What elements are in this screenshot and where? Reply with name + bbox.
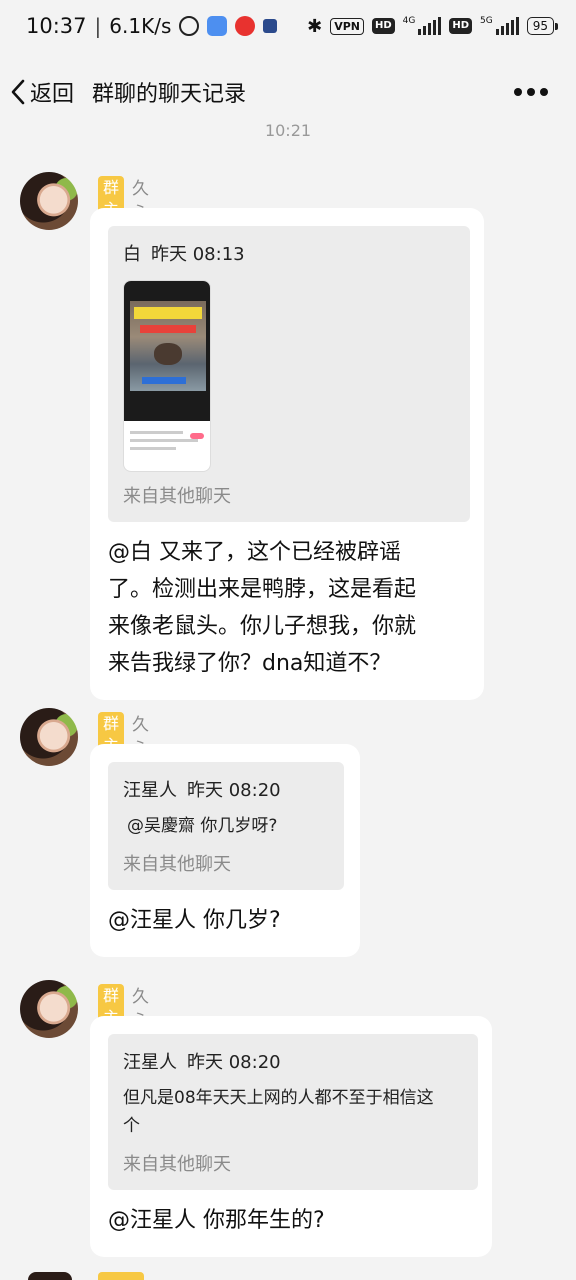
avatar[interactable] xyxy=(20,172,78,230)
reply-text: @汪星人 你那年生的? xyxy=(108,1208,325,1233)
message-bubble[interactable]: 白 昨天 08:13 来自其他聊天 @白 又来了，这个已经被辟谣 了。检测出来是… xyxy=(90,208,484,700)
quote-time: 昨天 08:13 xyxy=(151,244,245,265)
quoted-message[interactable]: 汪星人 昨天 08:20 但凡是08年天天上网的人都不至于相信这 个 来自其他聊… xyxy=(108,1034,478,1190)
quote-author: 汪星人 xyxy=(123,1052,177,1073)
quote-text: @吴慶齋 你几岁呀? xyxy=(127,816,278,836)
status-separator: | xyxy=(94,14,102,38)
message-bubble[interactable]: 汪星人 昨天 08:20 @吴慶齋 你几岁呀? 来自其他聊天 @汪星人 你几岁? xyxy=(90,744,360,957)
dot-icon xyxy=(514,88,522,96)
back-label: 返回 xyxy=(30,82,75,107)
page-title: 群聊的聊天记录 xyxy=(92,82,247,107)
signal-4g-icon: 4G xyxy=(403,17,442,35)
next-message-avatar xyxy=(28,1272,72,1280)
bluetooth-icon: ✱ xyxy=(307,15,323,37)
quote-time: 昨天 08:20 xyxy=(187,1052,281,1073)
next-message-badge xyxy=(98,1272,144,1280)
video-thumbnail[interactable] xyxy=(123,280,211,472)
message-bubble[interactable]: 汪星人 昨天 08:20 但凡是08年天天上网的人都不至于相信这 个 来自其他聊… xyxy=(90,1016,492,1257)
quote-source: 来自其他聊天 xyxy=(123,486,231,507)
hd-icon: HD xyxy=(371,18,395,34)
nav-bar: 返回 群聊的聊天记录 xyxy=(0,60,576,124)
reply-line: 了。检测出来是鸭脖，这是看起 xyxy=(108,577,417,602)
status-bar: 10:37 | 6.1K/s ✱ VPN HD 4G HD 5G 95 xyxy=(0,0,576,52)
quote-line: 但凡是08年天天上网的人都不至于相信这 xyxy=(123,1088,434,1108)
quote-text: 但凡是08年天天上网的人都不至于相信这 个 xyxy=(123,1084,463,1140)
alarm-icon xyxy=(179,16,200,36)
reply-line: @白 又来了，这个已经被辟谣 xyxy=(108,540,401,565)
quote-header: 汪星人 昨天 08:20 xyxy=(123,776,329,802)
quote-time: 昨天 08:20 xyxy=(187,780,281,801)
quote-author: 白 xyxy=(123,244,141,265)
back-button[interactable]: 返回 xyxy=(8,76,74,108)
chat-timestamp: 10:21 xyxy=(264,121,312,140)
dot-icon xyxy=(527,88,535,96)
battery-indicator: 95 xyxy=(526,17,559,35)
quote-source: 来自其他聊天 xyxy=(123,854,231,875)
cat-app-icon xyxy=(263,19,278,33)
quoted-message[interactable]: 汪星人 昨天 08:20 @吴慶齋 你几岁呀? 来自其他聊天 xyxy=(108,762,344,890)
chevron-left-icon xyxy=(11,79,25,105)
avatar[interactable] xyxy=(20,980,78,1038)
reply-line: 来像老鼠头。你儿子想我，你就 xyxy=(108,614,417,639)
music-app-icon xyxy=(235,16,256,36)
reply-text: @白 又来了，这个已经被辟谣 了。检测出来是鸭脖，这是看起 来像老鼠头。你儿子想… xyxy=(108,534,466,682)
reply-text: @汪星人 你几岁? xyxy=(108,908,281,933)
reply-line: 来告我绿了你？dna知道不？ xyxy=(108,651,392,676)
quote-line: 个 xyxy=(123,1116,140,1136)
quote-header: 白 昨天 08:13 xyxy=(123,240,455,266)
hd-icon-2: HD xyxy=(449,18,473,34)
avatar[interactable] xyxy=(20,708,78,766)
more-options-button[interactable] xyxy=(510,80,552,104)
quote-author: 汪星人 xyxy=(123,780,177,801)
quoted-message[interactable]: 白 昨天 08:13 来自其他聊天 xyxy=(108,226,470,522)
dot-icon xyxy=(540,88,548,96)
clock: 10:37 xyxy=(26,14,87,38)
vpn-icon: VPN xyxy=(330,17,364,35)
signal-5g-icon: 5G xyxy=(480,17,519,35)
network-speed: 6.1K/s xyxy=(109,14,172,38)
quote-source: 来自其他聊天 xyxy=(123,1154,231,1175)
app-notification-icon xyxy=(207,16,228,36)
quote-header: 汪星人 昨天 08:20 xyxy=(123,1048,463,1074)
